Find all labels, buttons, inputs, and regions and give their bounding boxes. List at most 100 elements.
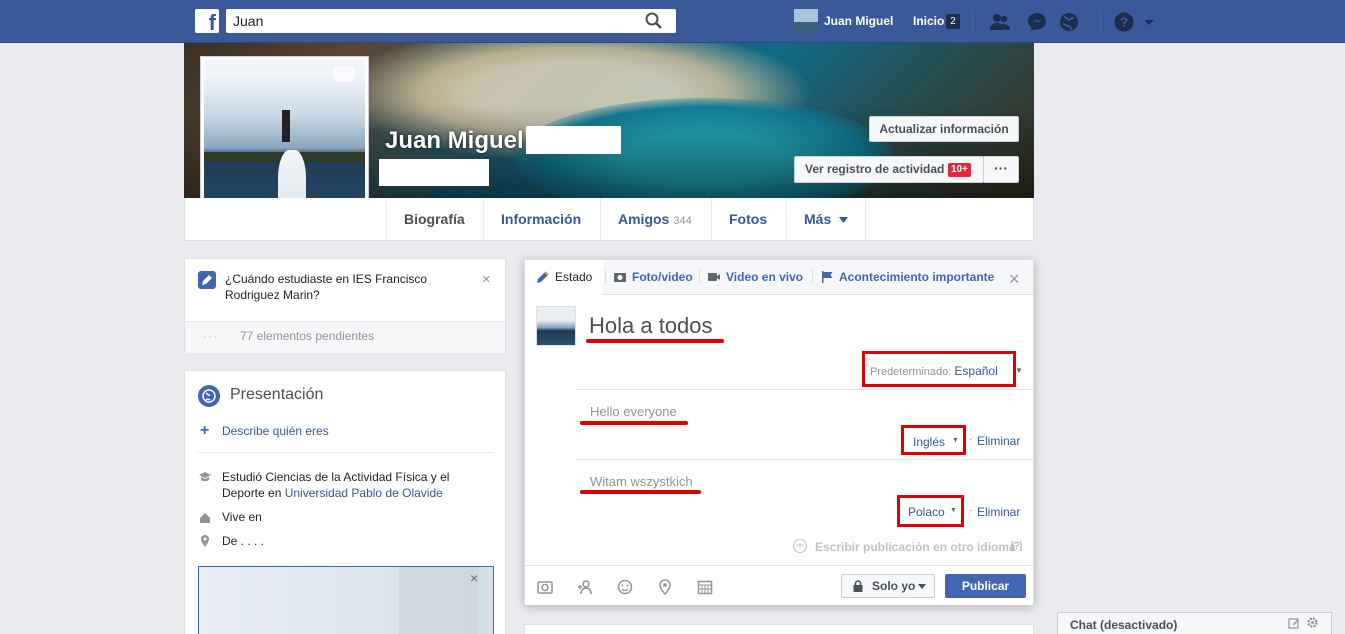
tab-label: Información — [501, 211, 582, 227]
translation-input-2[interactable]: Witam wszystkich — [590, 474, 693, 489]
from-text: De . . . . — [222, 534, 265, 548]
more-options-button[interactable]: ··· — [983, 156, 1019, 183]
highlight-underline — [580, 421, 688, 425]
chat-bar[interactable]: Chat (desactivado) — [1057, 612, 1332, 634]
activity-log-label: Ver registro de actividad — [805, 162, 945, 176]
friend-requests-icon[interactable] — [989, 11, 1011, 33]
help-link[interactable]: [?] — [1011, 541, 1022, 552]
map-tile — [399, 567, 479, 634]
chat-label: Chat (desactivado) — [1070, 618, 1178, 632]
divider — [605, 270, 606, 284]
education-text: Estudió Ciencias de la Actividad Física … — [222, 469, 482, 501]
delete-translation-2[interactable]: Eliminar — [977, 505, 1020, 519]
profile-nav: Biografía Información Amigos 344 Fotos Má… — [184, 198, 1034, 241]
svg-text:?: ? — [1120, 14, 1129, 30]
highlight-underline — [580, 490, 701, 494]
add-language-icon[interactable]: + — [793, 539, 807, 553]
profile-video-icon[interactable] — [333, 66, 355, 82]
university-link[interactable]: Universidad Pablo de Olavide — [285, 486, 443, 500]
close-icon[interactable]: × — [470, 570, 478, 586]
search-input[interactable]: Juan — [226, 9, 676, 33]
tab-more[interactable]: Más — [786, 198, 867, 240]
notifications-globe-icon[interactable] — [1058, 11, 1080, 33]
redacted-surname — [526, 126, 621, 154]
dots-icon: ··· — [203, 329, 218, 343]
check-in-location-icon[interactable] — [657, 579, 673, 595]
account-menu-caret-icon[interactable] — [1142, 11, 1156, 33]
activity-log-button[interactable]: Ver registro de actividad 10+ — [794, 156, 984, 183]
friends-count: 344 — [673, 215, 692, 227]
composer-footer: Solo yo Publicar — [525, 565, 1033, 605]
divider — [576, 389, 1034, 390]
tab-information[interactable]: Información — [483, 198, 598, 240]
search-icon[interactable] — [644, 11, 664, 31]
write-other-language-link[interactable]: Escribir publicación en otro idioma — [815, 540, 1016, 554]
globe-icon — [198, 385, 220, 407]
next-card — [524, 624, 1034, 634]
home-count-badge: 2 — [946, 14, 960, 29]
chevron-down-icon — [839, 217, 849, 224]
language-select-1[interactable]: Inglés — [913, 435, 945, 449]
intro-card: Presentación + Describe quién eres Estud… — [184, 370, 506, 634]
tab-live-video[interactable]: Video en vivo — [707, 260, 803, 294]
close-icon[interactable]: × — [482, 271, 491, 288]
caret-down-icon: ▼ — [950, 507, 957, 514]
question-text[interactable]: ¿Cuándo estudiaste en IES Francisco Rodr… — [225, 271, 465, 303]
highlight-underline — [586, 339, 724, 343]
divider — [198, 452, 494, 453]
tag-friends-icon[interactable] — [577, 579, 593, 595]
default-language-value: Español — [954, 364, 998, 378]
tab-life-event[interactable]: Acontecimiento importante — [820, 260, 994, 294]
privacy-selector[interactable]: Solo yo — [841, 574, 935, 598]
graduation-cap-icon — [199, 472, 211, 482]
home-label: Inicio — [913, 14, 945, 28]
default-language-label: Predeterminado: — [870, 366, 952, 378]
post-text-input[interactable]: Hola a todos — [589, 313, 713, 339]
update-info-button[interactable]: Actualizar información — [869, 116, 1019, 142]
composer-avatar — [536, 306, 576, 346]
feeling-emoji-icon[interactable] — [617, 579, 633, 595]
tab-status[interactable]: Estado — [525, 260, 604, 295]
divider — [699, 270, 700, 284]
location-pin-icon — [201, 535, 209, 547]
home-icon — [200, 513, 210, 523]
tab-photos[interactable]: Fotos — [711, 198, 784, 240]
language-select-2[interactable]: Polaco — [908, 505, 945, 519]
flag-icon — [822, 270, 833, 283]
facebook-logo[interactable]: f — [195, 9, 219, 33]
divider — [1100, 10, 1101, 32]
user-avatar[interactable] — [794, 9, 818, 33]
help-icon[interactable]: ? — [1113, 11, 1135, 33]
delete-translation-1[interactable]: Eliminar — [977, 434, 1020, 448]
pending-items-link[interactable]: 77 elementos pendientes — [240, 329, 374, 343]
gear-icon[interactable] — [1306, 616, 1319, 629]
tab-label: Estado — [555, 270, 593, 284]
close-icon[interactable]: × — [1009, 270, 1020, 288]
home-link[interactable]: Inicio — [913, 14, 944, 28]
profile-picture-figure — [282, 110, 290, 142]
map-preview[interactable]: × — [198, 566, 494, 634]
tab-photo-video[interactable]: Foto/video — [613, 260, 693, 294]
camera-icon[interactable] — [537, 579, 553, 595]
divider — [576, 459, 1034, 460]
redacted-alternate-name — [379, 159, 489, 186]
tab-friends[interactable]: Amigos 344 — [600, 198, 709, 240]
composer-tabs: Estado Foto/video Video en vivo Aconteci… — [525, 260, 1033, 295]
calendar-icon[interactable] — [697, 579, 713, 595]
describe-yourself-link[interactable]: Describe quién eres — [222, 424, 329, 438]
translation-input-1[interactable]: Hello everyone — [590, 404, 677, 419]
intro-title: Presentación — [230, 386, 324, 403]
publish-button[interactable]: Publicar — [945, 574, 1026, 598]
privacy-label: Solo yo — [872, 579, 916, 593]
profile-name: Juan Miguel — [385, 127, 524, 154]
profile-picture-image — [204, 60, 365, 220]
plus-icon[interactable]: + — [200, 422, 209, 440]
caret-down-icon: ▼ — [952, 437, 959, 444]
question-card: ¿Cuándo estudiaste en IES Francisco Rodr… — [184, 258, 506, 353]
user-name-link[interactable]: Juan Miguel — [824, 14, 893, 28]
new-message-icon[interactable] — [1288, 617, 1300, 629]
messenger-icon[interactable] — [1026, 11, 1048, 33]
tab-biography[interactable]: Biografía — [386, 198, 482, 240]
default-language-selector[interactable]: Predeterminado: Español — [870, 364, 998, 378]
tab-label: Amigos — [618, 211, 670, 227]
